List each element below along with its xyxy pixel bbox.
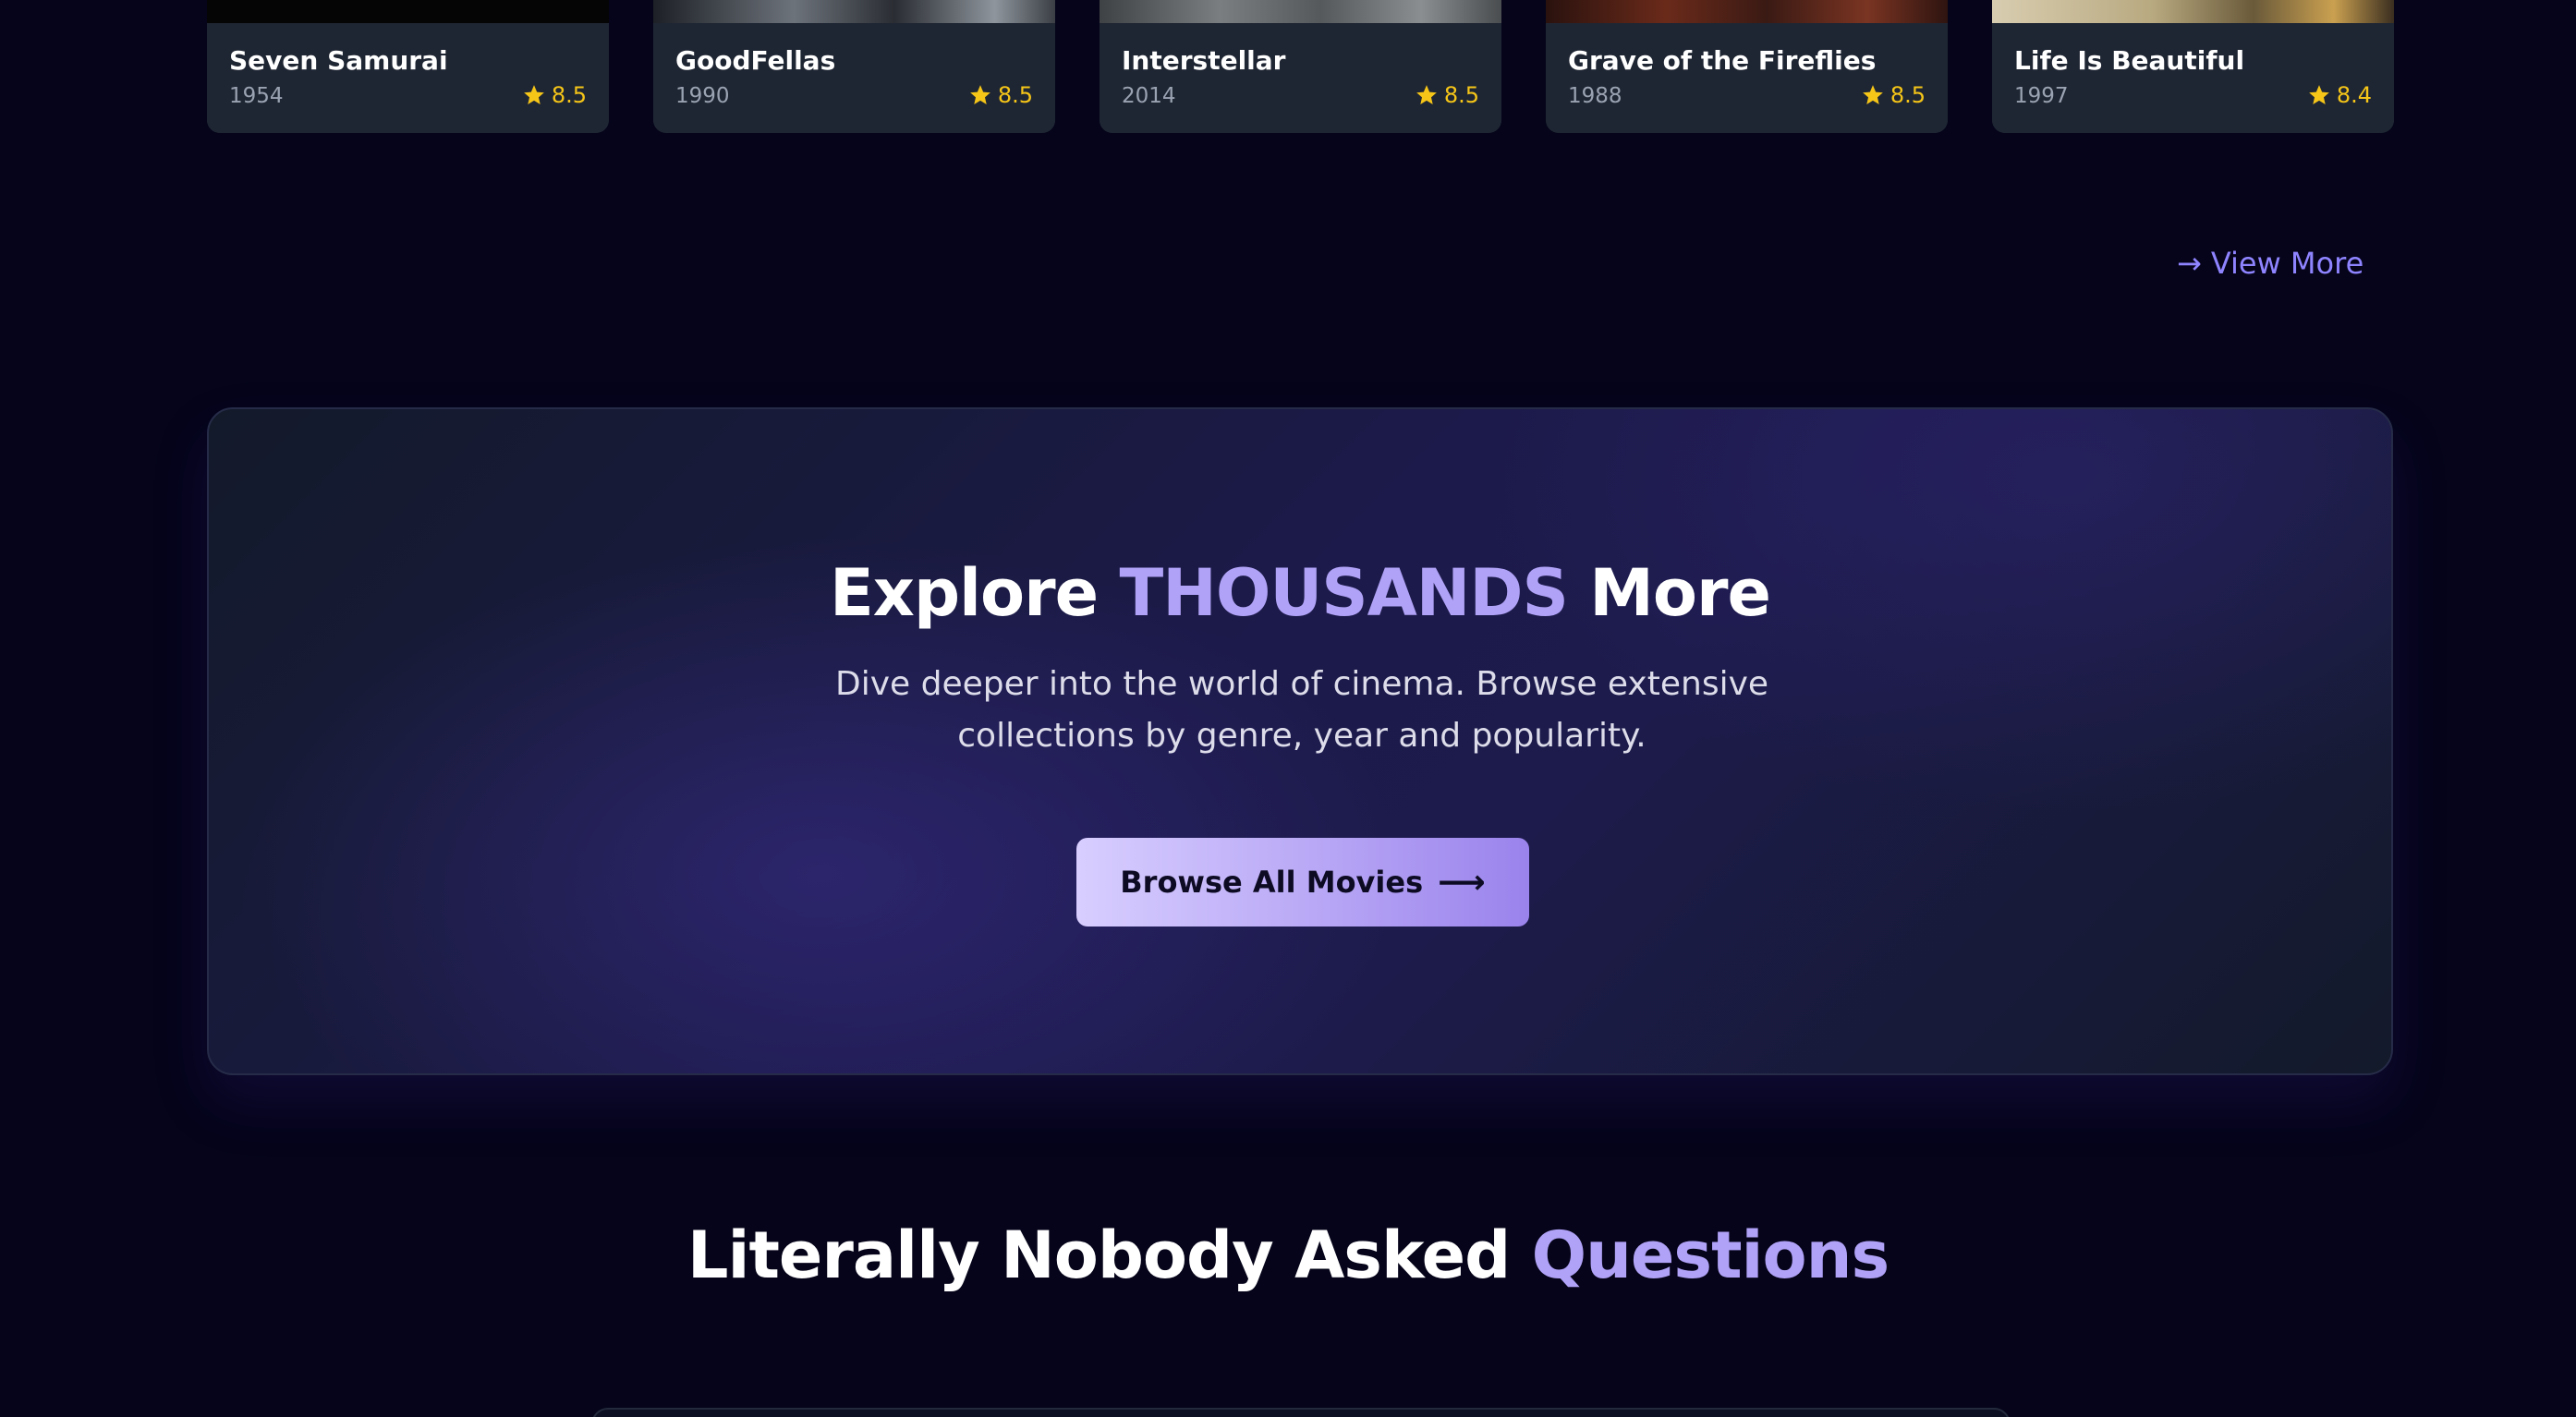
faq-heading-accent: Questions	[1531, 1217, 1890, 1293]
explore-heading-part1: Explore	[829, 555, 1120, 631]
movie-title[interactable]: Life Is Beautiful	[2014, 45, 2244, 76]
rating-value: 8.5	[1443, 82, 1479, 108]
explore-heading-part2: More	[1567, 555, 1771, 631]
faq-heading: Literally Nobody Asked Questions	[0, 1217, 2576, 1293]
movie-year: 1954	[229, 84, 284, 108]
movie-card-info: Interstellar 2014 8.5	[1100, 23, 1501, 133]
star-icon	[1416, 85, 1437, 104]
star-icon	[2308, 85, 2329, 104]
star-icon	[1862, 85, 1883, 104]
explore-description: Dive deeper into the world of cinema. Br…	[834, 665, 1769, 755]
movie-cards-row: Seven Samurai 1954 8.5 GoodFellas 1990 8…	[207, 0, 2395, 135]
explore-heading: Explore THOUSANDS More	[209, 555, 2391, 631]
movie-rating: 8.5	[522, 82, 587, 108]
movie-title[interactable]: GoodFellas	[675, 45, 835, 76]
star-icon	[969, 85, 990, 104]
movie-card[interactable]: Life Is Beautiful 1997 8.4	[1992, 0, 2394, 133]
movie-card[interactable]: Interstellar 2014 8.5	[1100, 0, 1501, 133]
movie-year: 1988	[1568, 84, 1622, 108]
movie-year: 1997	[2014, 84, 2069, 108]
movie-title[interactable]: Seven Samurai	[229, 45, 448, 76]
movie-rating: 8.4	[2307, 82, 2372, 108]
explore-panel: Explore THOUSANDS More Dive deeper into …	[207, 407, 2393, 1075]
rating-value: 8.5	[997, 82, 1033, 108]
movie-card[interactable]: Grave of the Fireflies 1988 8.5	[1546, 0, 1948, 133]
browse-button-label: Browse All Movies	[1120, 865, 1424, 900]
movie-card[interactable]: Seven Samurai 1954 8.5	[207, 0, 609, 133]
rating-value: 8.4	[2336, 82, 2372, 108]
page: Seven Samurai 1954 8.5 GoodFellas 1990 8…	[0, 0, 2576, 1417]
view-more-link[interactable]: → View More	[2177, 246, 2363, 281]
rating-value: 8.5	[1889, 82, 1926, 108]
movie-year: 1990	[675, 84, 730, 108]
movie-card-info: Grave of the Fireflies 1988 8.5	[1546, 23, 1948, 133]
movie-poster[interactable]	[653, 0, 1055, 23]
rating-value: 8.5	[551, 82, 587, 108]
movie-card[interactable]: GoodFellas 1990 8.5	[653, 0, 1055, 133]
arrow-right-icon: →	[2177, 246, 2202, 281]
movie-card-info: Life Is Beautiful 1997 8.4	[1992, 23, 2394, 133]
movie-poster[interactable]	[1100, 0, 1501, 23]
faq-heading-part1: Literally Nobody Asked	[687, 1217, 1532, 1293]
star-icon	[523, 85, 544, 104]
explore-heading-accent: THOUSANDS	[1119, 555, 1569, 631]
movie-title[interactable]: Grave of the Fireflies	[1568, 45, 1876, 76]
movie-rating: 8.5	[1861, 82, 1926, 108]
movie-poster[interactable]	[207, 0, 609, 23]
movie-year: 2014	[1122, 84, 1176, 108]
movie-card-info: GoodFellas 1990 8.5	[653, 23, 1055, 133]
movie-poster[interactable]	[1992, 0, 2394, 23]
view-more-label: View More	[2210, 246, 2364, 281]
browse-all-movies-button[interactable]: Browse All Movies ⟶	[1076, 838, 1529, 926]
movie-rating: 8.5	[1415, 82, 1479, 108]
movie-rating: 8.5	[968, 82, 1033, 108]
movie-card-info: Seven Samurai 1954 8.5	[207, 23, 609, 133]
faq-item[interactable]	[591, 1408, 2011, 1417]
arrow-right-icon: ⟶	[1438, 863, 1486, 902]
movie-poster[interactable]	[1546, 0, 1948, 23]
movie-title[interactable]: Interstellar	[1122, 45, 1285, 76]
